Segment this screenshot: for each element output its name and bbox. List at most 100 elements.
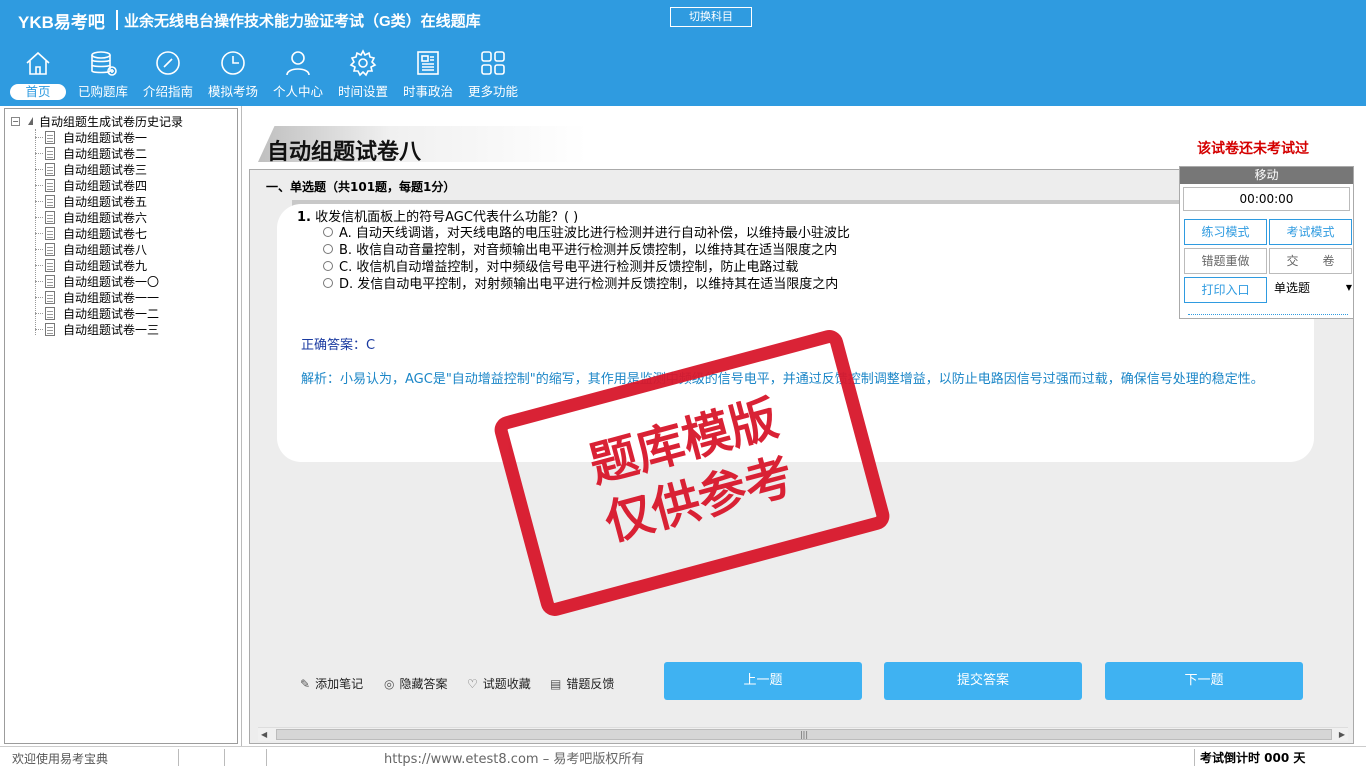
tree-item[interactable]: 自动组题试卷四 bbox=[34, 177, 148, 193]
tree-item[interactable]: 自动组题试卷七 bbox=[34, 225, 148, 241]
tree-item-label: 自动组题试卷四 bbox=[63, 178, 148, 193]
document-icon bbox=[45, 258, 55, 272]
prev-question-button[interactable]: 上一题 bbox=[664, 662, 862, 700]
nav-mock-exam-label: 模拟考场 bbox=[207, 84, 258, 99]
nav-purchased-label: 已购题库 bbox=[77, 84, 128, 99]
error-feedback-label: 错题反馈 bbox=[566, 677, 615, 691]
add-note-button[interactable]: ✎ 添加笔记 bbox=[300, 675, 363, 692]
heart-icon: ♡ bbox=[467, 676, 478, 691]
status-divider bbox=[178, 749, 179, 766]
pencil-icon: ✎ bbox=[300, 676, 311, 691]
nav-purchased[interactable]: 已购题库 bbox=[72, 46, 134, 104]
app-logo: YKB易考吧 bbox=[18, 13, 105, 32]
nav-more-label: 更多功能 bbox=[467, 84, 518, 99]
tree-item-label: 自动组题试卷一 bbox=[63, 130, 148, 145]
tree-item[interactable]: 自动组题试卷五 bbox=[34, 193, 148, 209]
app-title: 业余无线电台操作技术能力验证考试（G类）在线题库 bbox=[124, 13, 481, 30]
scroll-left-icon[interactable]: ◀ bbox=[261, 728, 267, 741]
nav-home-label: 首页 bbox=[10, 84, 66, 100]
tree-item[interactable]: 自动组题试卷一〇 bbox=[34, 273, 160, 289]
document-icon bbox=[45, 130, 55, 144]
tree-item-label: 自动组题试卷二 bbox=[63, 146, 148, 161]
switch-subject-button[interactable]: 切换科目 bbox=[670, 7, 752, 27]
collapse-icon[interactable]: − bbox=[11, 116, 20, 126]
tree-item-label: 自动组题试卷九 bbox=[63, 258, 148, 273]
status-divider bbox=[266, 749, 267, 766]
exam-mode-button[interactable]: 考试模式 bbox=[1269, 219, 1352, 245]
next-question-button[interactable]: 下一题 bbox=[1105, 662, 1303, 700]
tree-item[interactable]: 自动组题试卷六 bbox=[34, 209, 147, 225]
tree-item[interactable]: 自动组题试卷三 bbox=[34, 161, 148, 177]
nav-personal[interactable]: 个人中心 bbox=[267, 46, 329, 104]
submit-answer-button[interactable]: 提交答案 bbox=[884, 662, 1082, 700]
tree-item-label: 自动组题试卷七 bbox=[63, 226, 148, 241]
nav-guide[interactable]: 介绍指南 bbox=[137, 46, 199, 104]
hide-answer-button[interactable]: ◎ 隐藏答案 bbox=[384, 675, 448, 692]
user-icon bbox=[286, 51, 310, 76]
hand-in-button[interactable]: 交 卷 bbox=[1269, 248, 1352, 274]
tree-item[interactable]: 自动组题试卷一三 bbox=[34, 321, 159, 337]
question-number: 1. bbox=[297, 210, 311, 225]
tree-item-label: 自动组题试卷一二 bbox=[63, 306, 160, 321]
horizontal-scrollbar[interactable]: ◀ ||| ▶ bbox=[258, 727, 1348, 741]
tree-item-label: 自动组题试卷一一 bbox=[63, 290, 160, 305]
tree-root[interactable]: − 自动组题生成试卷历史记录 bbox=[11, 113, 183, 129]
section-heading: 一、单选题（共101题，每题1分） bbox=[266, 180, 456, 194]
paper-status: 该试卷还未考试过 bbox=[1197, 141, 1309, 157]
document-icon bbox=[45, 178, 55, 192]
radio-button[interactable] bbox=[323, 277, 333, 288]
nav-time-settings[interactable]: 时间设置 bbox=[332, 46, 394, 104]
database-icon bbox=[91, 51, 117, 76]
nav-current-affairs[interactable]: 时事政治 bbox=[397, 46, 459, 104]
panel-scrollbar[interactable] bbox=[1188, 311, 1348, 315]
tree-item[interactable]: 自动组题试卷一二 bbox=[34, 305, 160, 321]
gear-icon bbox=[349, 49, 377, 77]
option-label: D. 发信自动电平控制，对射频输出电平进行检测并反馈控制，以维持其在适当限度之内 bbox=[339, 277, 839, 292]
nav-home[interactable]: 首页 bbox=[7, 46, 69, 104]
document-icon bbox=[45, 162, 55, 176]
status-copyright: https://www.etest8.com – 易考吧版权所有 bbox=[384, 752, 645, 767]
scrollbar-thumb[interactable]: ||| bbox=[276, 729, 1332, 740]
practice-mode-button[interactable]: 练习模式 bbox=[1184, 219, 1267, 245]
title-divider bbox=[116, 10, 118, 30]
tree-item[interactable]: 自动组题试卷一一 bbox=[34, 289, 160, 305]
tree-item[interactable]: 自动组题试卷九 bbox=[34, 257, 148, 273]
status-bar: 欢迎使用易考宝典 https://www.etest8.com – 易考吧版权所… bbox=[0, 746, 1366, 768]
nav-time-settings-label: 时间设置 bbox=[337, 84, 388, 99]
correct-answer: 正确答案：C bbox=[301, 338, 376, 353]
radio-button[interactable] bbox=[323, 226, 333, 237]
tree-item[interactable]: 自动组题试卷二 bbox=[34, 145, 148, 161]
eye-icon: ◎ bbox=[384, 676, 395, 691]
tree-item-label: 自动组题试卷三 bbox=[63, 162, 148, 177]
favorite-label: 试题收藏 bbox=[482, 677, 531, 691]
tree-item[interactable]: 自动组题试卷一 bbox=[34, 129, 148, 145]
feedback-icon: ▤ bbox=[550, 676, 562, 691]
question-type-select[interactable]: 单选题 ▼ bbox=[1272, 275, 1354, 301]
favorite-button[interactable]: ♡ 试题收藏 bbox=[467, 675, 531, 692]
hide-answer-label: 隐藏答案 bbox=[399, 677, 448, 691]
scroll-right-icon[interactable]: ▶ bbox=[1339, 728, 1345, 741]
panel-move-handle[interactable]: 移动 bbox=[1180, 167, 1353, 184]
print-button[interactable]: 打印入口 bbox=[1184, 277, 1267, 303]
redo-mistakes-button[interactable]: 错题重做 bbox=[1184, 248, 1267, 274]
option-d[interactable]: D. 发信自动电平控制，对射频输出电平进行检测并反馈控制，以维持其在适当限度之内 bbox=[323, 273, 838, 292]
question-type-value: 单选题 bbox=[1274, 281, 1311, 295]
radio-button[interactable] bbox=[323, 260, 333, 271]
add-note-label: 添加笔记 bbox=[315, 677, 364, 691]
history-tree-pane: − 自动组题生成试卷历史记录 自动组题试卷一 自动组题试卷二 自动组题试卷三 自… bbox=[0, 106, 242, 746]
radio-button[interactable] bbox=[323, 243, 333, 254]
document-search-icon bbox=[45, 242, 55, 256]
nav-personal-label: 个人中心 bbox=[272, 84, 323, 99]
document-icon bbox=[45, 210, 55, 224]
document-icon bbox=[45, 194, 55, 208]
nav-guide-label: 介绍指南 bbox=[142, 84, 193, 99]
document-icon bbox=[45, 226, 55, 240]
tree-item-label: 自动组题试卷五 bbox=[63, 194, 148, 209]
tree-item-selected[interactable]: 自动组题试卷八 bbox=[34, 241, 147, 257]
tree-item-label: 自动组题试卷一〇 bbox=[63, 274, 160, 289]
nav-more[interactable]: 更多功能 bbox=[462, 46, 524, 104]
error-feedback-button[interactable]: ▤ 错题反馈 bbox=[550, 675, 614, 692]
tree-root-label: 自动组题生成试卷历史记录 bbox=[39, 114, 184, 129]
nav-mock-exam[interactable]: 模拟考场 bbox=[202, 46, 264, 104]
document-icon bbox=[45, 274, 55, 288]
